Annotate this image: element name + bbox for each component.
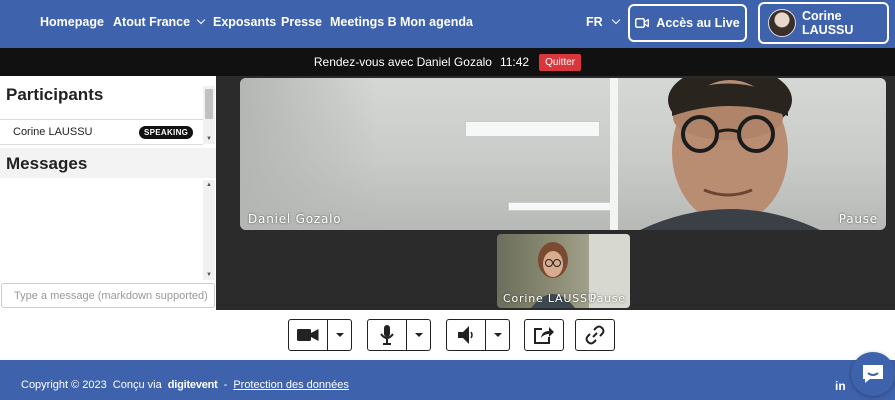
messages-scrollbar[interactable]: ▲ ▼ bbox=[203, 180, 215, 280]
language-label: FR bbox=[586, 15, 603, 29]
participant-item[interactable]: Corine LAUSSU SPEAKING bbox=[0, 119, 203, 145]
remote-video[interactable]: Daniel Gozalo Pause bbox=[240, 78, 886, 230]
local-video[interactable]: Corine LAUSSU Pause bbox=[497, 234, 630, 308]
remote-video-status: Pause bbox=[838, 212, 878, 226]
top-navigation: Homepage Atout France Exposants Presse M… bbox=[0, 0, 895, 48]
side-panel: Participants Corine LAUSSU SPEAKING ▼ Me… bbox=[0, 76, 216, 310]
microphone-options-dropdown[interactable] bbox=[406, 320, 430, 350]
copyright-text: Copyright © 2023 bbox=[21, 379, 107, 391]
nav-homepage[interactable]: Homepage bbox=[40, 15, 104, 29]
share-screen-icon bbox=[534, 327, 554, 344]
messages-title: Messages bbox=[6, 154, 88, 173]
quit-button[interactable]: Quitter bbox=[539, 53, 582, 71]
chat-icon bbox=[863, 365, 883, 383]
ceiling-light bbox=[465, 121, 600, 137]
speaker-toggle-button[interactable] bbox=[447, 320, 485, 350]
meeting-title: Rendez-vous avec Daniel Gozalo bbox=[313, 55, 492, 69]
microphone-control bbox=[367, 319, 431, 351]
live-access-label: Accès au Live bbox=[656, 16, 740, 30]
participant-video-feed bbox=[610, 78, 820, 230]
chat-support-button[interactable] bbox=[851, 352, 895, 396]
made-with-text: Conçu via bbox=[112, 379, 162, 391]
camera-options-dropdown[interactable] bbox=[327, 320, 351, 350]
video-camera-icon bbox=[635, 18, 650, 28]
share-screen-button[interactable] bbox=[524, 319, 564, 351]
local-video-name: Corine LAUSSU bbox=[503, 292, 597, 305]
meeting-time: 11:42 bbox=[499, 55, 530, 69]
chevron-down-icon bbox=[196, 15, 206, 25]
dropdown-arrow-icon bbox=[493, 333, 502, 337]
messages-list bbox=[0, 180, 203, 280]
message-input[interactable] bbox=[1, 283, 215, 308]
speaker-options-dropdown[interactable] bbox=[485, 320, 509, 350]
camera-icon bbox=[297, 329, 319, 341]
scroll-down-icon[interactable]: ▼ bbox=[206, 272, 212, 278]
nav-atout-france-label: Atout France bbox=[113, 15, 191, 29]
speaker-control bbox=[446, 319, 510, 351]
meeting-bar: Rendez-vous avec Daniel Gozalo 11:42 Qui… bbox=[0, 48, 895, 76]
privacy-link[interactable]: Protection des données bbox=[233, 379, 349, 391]
footer: Copyright © 2023 Conçu via digitevent - … bbox=[0, 360, 895, 400]
footer-separator: - bbox=[223, 379, 228, 391]
nav-meetings[interactable]: Meetings B bbox=[330, 15, 397, 29]
linkedin-icon[interactable]: in bbox=[835, 379, 846, 393]
nav-exposants[interactable]: Exposants bbox=[213, 15, 276, 29]
copy-link-button[interactable] bbox=[575, 319, 615, 351]
dropdown-arrow-icon bbox=[414, 333, 423, 337]
ceiling-light bbox=[508, 202, 618, 211]
video-background bbox=[240, 78, 380, 230]
avatar bbox=[768, 9, 796, 37]
nav-atout-france[interactable]: Atout France bbox=[113, 15, 206, 29]
dropdown-arrow-icon bbox=[335, 333, 344, 337]
participants-title: Participants bbox=[6, 85, 104, 104]
call-controls bbox=[0, 310, 895, 360]
chevron-down-icon bbox=[611, 15, 620, 25]
camera-control bbox=[288, 319, 352, 351]
video-area: Daniel Gozalo Pause Corine LAUSSU Pause bbox=[216, 76, 895, 310]
microphone-toggle-button[interactable] bbox=[368, 320, 406, 350]
camera-toggle-button[interactable] bbox=[289, 320, 327, 350]
footer-text: Copyright © 2023 Conçu via digitevent - … bbox=[21, 379, 349, 391]
live-access-button[interactable]: Accès au Live bbox=[628, 4, 747, 42]
speaking-badge: SPEAKING bbox=[139, 126, 194, 139]
scroll-up-icon[interactable]: ▲ bbox=[206, 182, 212, 188]
link-icon bbox=[585, 325, 605, 345]
nav-mon-agenda[interactable]: Mon agenda bbox=[400, 15, 473, 29]
local-video-status: Pause bbox=[589, 292, 626, 305]
speaker-icon bbox=[458, 326, 473, 344]
user-menu-button[interactable]: Corine LAUSSU bbox=[758, 2, 889, 44]
microphone-icon bbox=[380, 325, 394, 345]
participants-scrollbar[interactable]: ▼ bbox=[203, 86, 215, 144]
remote-video-name: Daniel Gozalo bbox=[248, 212, 342, 226]
scrollbar-thumb[interactable] bbox=[205, 89, 213, 119]
language-selector[interactable]: FR bbox=[586, 15, 620, 29]
scroll-down-icon[interactable]: ▼ bbox=[206, 136, 212, 142]
messages-header: Messages bbox=[0, 148, 216, 178]
participant-name: Corine LAUSSU bbox=[13, 126, 93, 138]
nav-presse[interactable]: Presse bbox=[281, 15, 322, 29]
user-name: Corine LAUSSU bbox=[802, 9, 854, 37]
digitevent-logo[interactable]: digitevent bbox=[168, 379, 218, 391]
